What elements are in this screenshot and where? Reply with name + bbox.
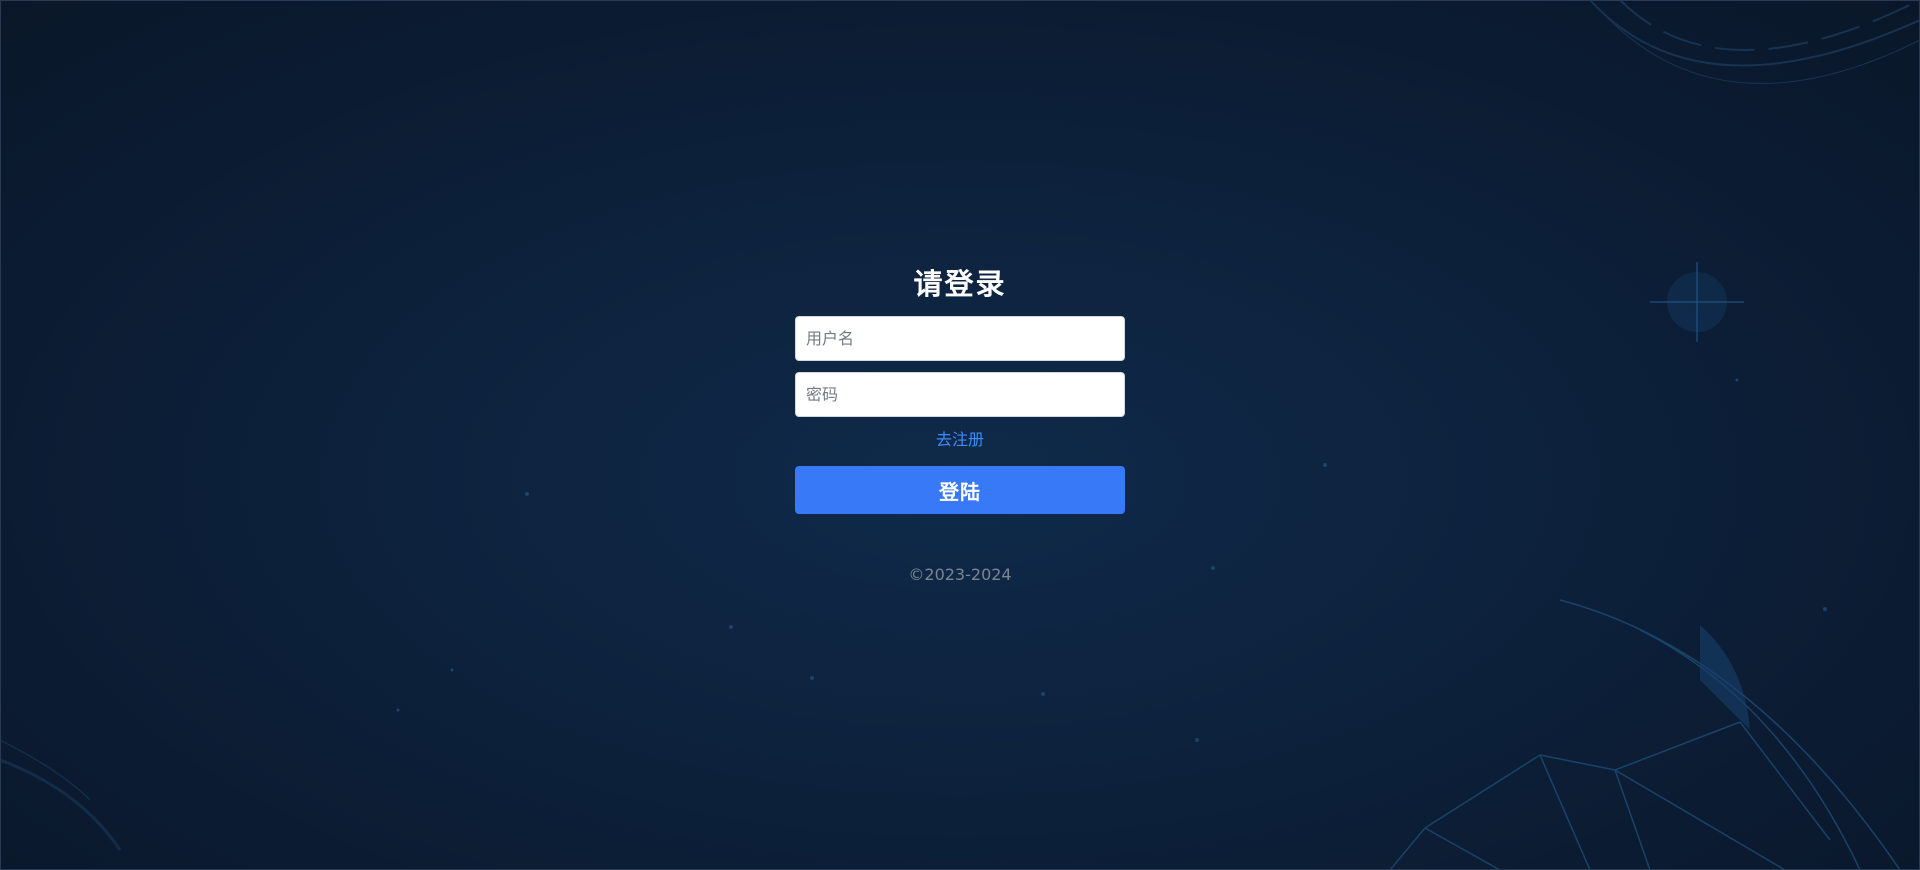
- glow-star-decoration: [1650, 262, 1744, 342]
- copyright-text: ©2023-2024: [908, 565, 1012, 584]
- login-panel: 请登录 去注册 登陆 ©2023-2024: [795, 264, 1125, 586]
- username-input[interactable]: [795, 316, 1125, 361]
- bottom-right-wing-shape: [1700, 625, 1750, 730]
- bottom-right-network-decoration: [1389, 599, 1901, 870]
- password-input[interactable]: [795, 372, 1125, 417]
- top-right-arc-decoration: [1589, 0, 1920, 84]
- login-button[interactable]: 登陆: [795, 466, 1125, 514]
- register-link[interactable]: 去注册: [936, 429, 984, 451]
- bottom-left-arc-decoration: [0, 739, 122, 851]
- login-title: 请登录: [913, 267, 1007, 301]
